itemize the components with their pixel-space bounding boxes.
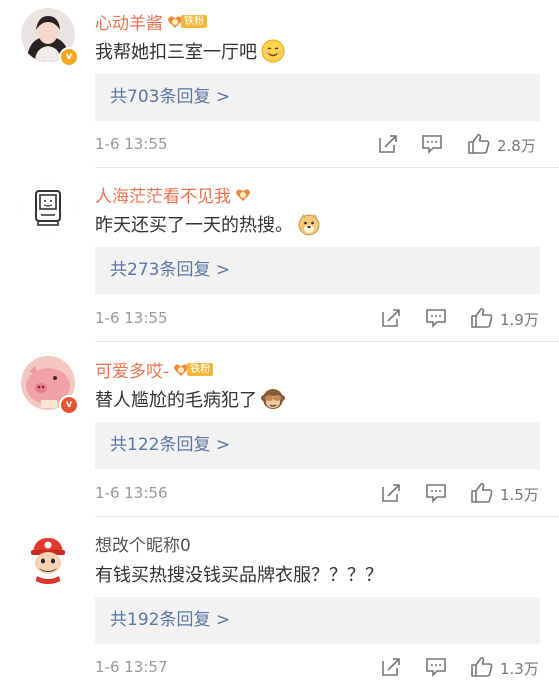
like-icon[interactable] [470,307,494,333]
username-text: 可爱多哎- [95,362,170,382]
fan-heart-icon [236,189,250,201]
username[interactable]: 心动羊酱 铁粉 [95,9,207,34]
username[interactable]: 可爱多哎- 铁粉 [95,357,214,382]
comment-text-content: 昨天还买了一天的热搜。 [95,215,293,236]
fan-badge: 铁粉 [167,12,207,32]
comment-text-content: 我帮她扣三室一厅吧 [95,42,257,63]
comment-icon[interactable] [425,656,447,682]
repost-icon[interactable] [380,482,402,508]
repost-icon[interactable] [377,133,399,159]
comment-meta: 1-6 13:55 1.9万 [95,307,545,331]
divider [95,341,559,342]
verified-badge-icon: v [59,47,79,67]
divider [95,516,559,517]
replies-link[interactable]: 共273条回复 > [95,247,540,294]
comment-meta: 1-6 13:57 1.3万 [95,656,545,680]
doge-emoji-icon [298,214,320,236]
like-count: 1.3万 [500,660,539,678]
comment-text-content: 有钱买热搜没钱买品牌衣服？？？？ [95,565,383,586]
smile-emoji-icon [261,39,285,63]
like-count: 2.8万 [497,137,536,155]
username-text: 人海茫茫看不见我 [95,187,231,207]
comment-meta: 1-6 13:55 2.8万 [95,133,545,157]
repost-icon[interactable] [380,307,402,333]
fan-badge [235,185,251,205]
like-count: 1.5万 [500,486,539,504]
timestamp: 1-6 13:57 [95,658,168,676]
avatar[interactable] [21,530,75,584]
timestamp: 1-6 13:55 [95,309,168,327]
comment-text: 昨天还买了一天的热搜。 [95,211,321,237]
verified-badge-icon: v [59,395,79,415]
username[interactable]: 想改个昵称0 [95,531,191,556]
see-no-evil-monkey-emoji-icon [261,389,285,409]
fan-badge-label: 铁粉 [187,363,214,376]
username[interactable]: 人海茫茫看不见我 [95,182,251,207]
username-text: 心动羊酱 [95,14,163,34]
username-text: 想改个昵称0 [95,536,191,556]
like-count: 1.9万 [500,311,539,329]
fan-badge-label: 铁粉 [181,15,207,28]
comment-text: 有钱买热搜没钱买品牌衣服？？？？ [95,561,383,587]
replies-link[interactable]: 共122条回复 > [95,422,540,469]
fan-badge: 铁粉 [173,360,214,380]
comment-text: 替人尴尬的毛病犯了 [95,386,285,412]
repost-icon[interactable] [380,656,402,682]
comment-text: 我帮她扣三室一厅吧 [95,38,285,64]
comment-icon[interactable] [425,307,447,333]
comment-text-content: 替人尴尬的毛病犯了 [95,390,257,411]
divider [95,167,559,168]
like-icon[interactable] [470,482,494,508]
comment-meta: 1-6 13:56 1.5万 [95,482,545,506]
comment-icon[interactable] [425,482,447,508]
like-icon[interactable] [470,656,494,682]
replies-link[interactable]: 共703条回复 > [95,74,540,121]
timestamp: 1-6 13:55 [95,135,168,153]
comment-icon[interactable] [421,133,443,159]
avatar[interactable] [21,181,75,235]
like-icon[interactable] [467,133,491,159]
replies-link[interactable]: 共192条回复 > [95,597,540,644]
timestamp: 1-6 13:56 [95,484,168,502]
